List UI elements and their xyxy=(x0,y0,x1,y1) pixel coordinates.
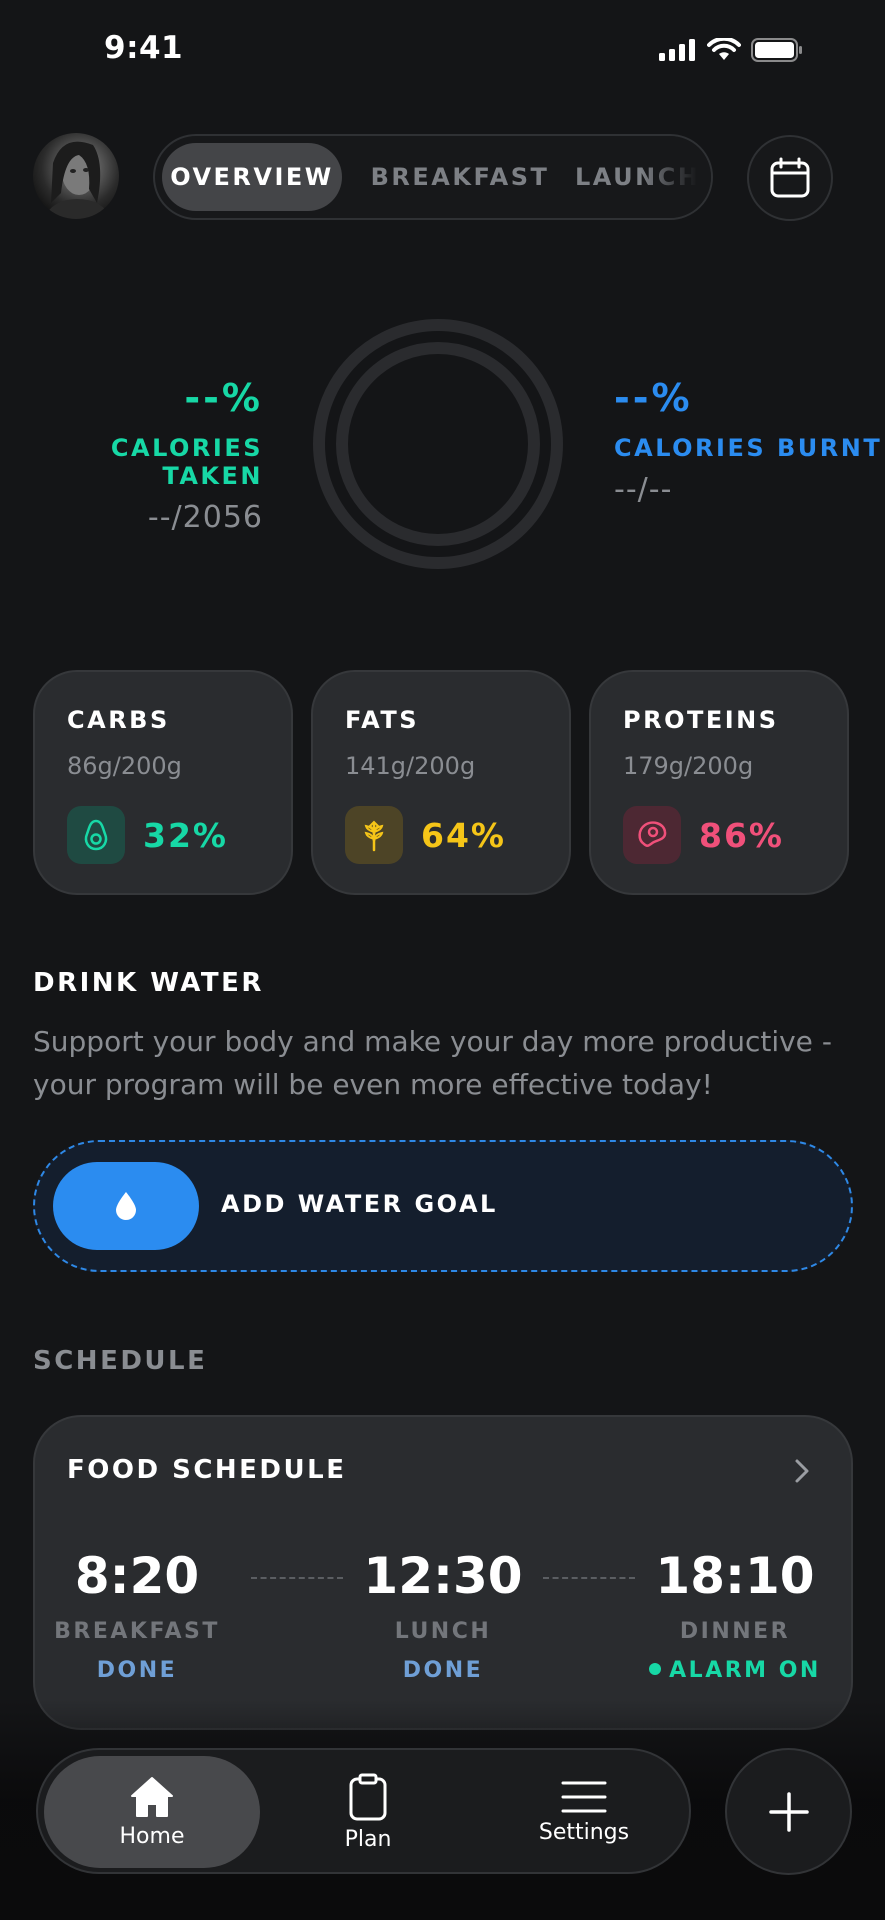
meal-time: 12:30 xyxy=(363,1547,523,1605)
meal-status: ALARM ON xyxy=(635,1658,835,1683)
macro-amount: 179g/200g xyxy=(623,752,754,780)
avatar[interactable] xyxy=(33,133,119,219)
add-water-button[interactable] xyxy=(53,1162,199,1250)
calendar-button[interactable] xyxy=(747,135,833,221)
battery-icon xyxy=(751,38,802,62)
macro-title: FATS xyxy=(345,706,420,734)
calories-burnt-percent: --% xyxy=(614,376,693,420)
plus-icon xyxy=(768,1791,809,1832)
calories-burnt: --% CALORIES BURNT --/-- xyxy=(614,376,882,507)
avocado-icon xyxy=(67,806,125,864)
meat-icon xyxy=(623,806,681,864)
meal-dinner: 18:10 DINNER ALARM ON xyxy=(635,1547,835,1683)
nav-label: Settings xyxy=(538,1819,630,1845)
water-title: DRINK WATER xyxy=(33,968,264,998)
water-drop-icon xyxy=(116,1192,136,1220)
avatar-image xyxy=(43,141,111,219)
bottom-nav: Home Plan Settings xyxy=(36,1748,691,1874)
add-button[interactable] xyxy=(725,1748,852,1875)
food-schedule-card[interactable]: FOOD SCHEDULE 8:20 BREAKFAST DONE 12:30 … xyxy=(33,1415,853,1730)
meal-breakfast: 8:20 BREAKFAST DONE xyxy=(37,1547,237,1683)
macro-amount: 141g/200g xyxy=(345,752,476,780)
nav-settings[interactable]: Settings xyxy=(476,1756,692,1868)
nav-plan[interactable]: Plan xyxy=(260,1756,476,1868)
calories-taken-percent: --% xyxy=(184,376,263,420)
macro-percent: 86% xyxy=(699,815,784,855)
status-icons xyxy=(659,38,803,62)
food-schedule-title: FOOD SCHEDULE xyxy=(67,1455,347,1485)
tab-overview[interactable]: OVERVIEW xyxy=(162,143,342,211)
macro-card-carbs[interactable]: CARBS 86g/200g 32% xyxy=(33,670,293,895)
wheat-icon xyxy=(345,806,403,864)
calories-burnt-value: --/-- xyxy=(614,472,673,507)
meal-lunch: 12:30 LUNCH DONE xyxy=(343,1547,543,1683)
alarm-status: ALARM ON xyxy=(669,1658,821,1683)
clipboard-icon xyxy=(349,1773,387,1820)
add-water-goal[interactable]: ADD WATER GOAL xyxy=(33,1140,853,1272)
meal-status: DONE xyxy=(96,1658,178,1683)
alarm-dot xyxy=(649,1663,662,1675)
macro-card-fats[interactable]: FATS 141g/200g 64% xyxy=(311,670,571,895)
nav-label: Home xyxy=(119,1823,185,1849)
macro-title: PROTEINS xyxy=(623,706,779,734)
macro-card-proteins[interactable]: PROTEINS 179g/200g 86% xyxy=(589,670,849,895)
home-icon xyxy=(131,1776,173,1817)
nav-home[interactable]: Home xyxy=(44,1756,260,1868)
meal-status: DONE xyxy=(402,1658,484,1683)
divider xyxy=(543,1577,635,1579)
meal-name: DINNER xyxy=(679,1619,791,1644)
meal-tabs: OVERVIEW BREAKFAST LAUNCH xyxy=(153,134,713,220)
water-description: Support your body and make your day more… xyxy=(33,1025,832,1101)
macro-percent: 32% xyxy=(143,815,228,855)
macro-percent: 64% xyxy=(421,815,506,855)
macro-amount: 86g/200g xyxy=(67,752,182,780)
wifi-icon xyxy=(707,38,741,60)
schedule-title: SCHEDULE xyxy=(33,1346,208,1376)
meal-name: LUNCH xyxy=(394,1619,492,1644)
meal-time: 8:20 xyxy=(74,1547,200,1605)
signal-icon xyxy=(659,39,695,61)
add-water-label: ADD WATER GOAL xyxy=(221,1190,498,1218)
nav-label: Plan xyxy=(344,1826,392,1852)
tab-breakfast[interactable]: BREAKFAST xyxy=(360,143,560,211)
meal-time: 18:10 xyxy=(655,1547,815,1605)
calendar-icon xyxy=(770,157,810,198)
calories-taken-value: --/2056 xyxy=(147,500,263,535)
calories-ring xyxy=(313,319,563,569)
chevron-right-icon[interactable] xyxy=(793,1457,811,1485)
menu-icon xyxy=(561,1781,607,1812)
calories-taken-label: CALORIES TAKEN xyxy=(110,434,263,490)
calories-burnt-label: CALORIES BURNT xyxy=(614,434,883,462)
status-time: 9:41 xyxy=(104,30,184,66)
calories-taken: --% CALORIES TAKEN --/2056 xyxy=(0,376,263,535)
macro-title: CARBS xyxy=(67,706,170,734)
meal-name: BREAKFAST xyxy=(54,1619,220,1644)
divider xyxy=(251,1577,343,1579)
tabs-fade xyxy=(641,136,711,218)
